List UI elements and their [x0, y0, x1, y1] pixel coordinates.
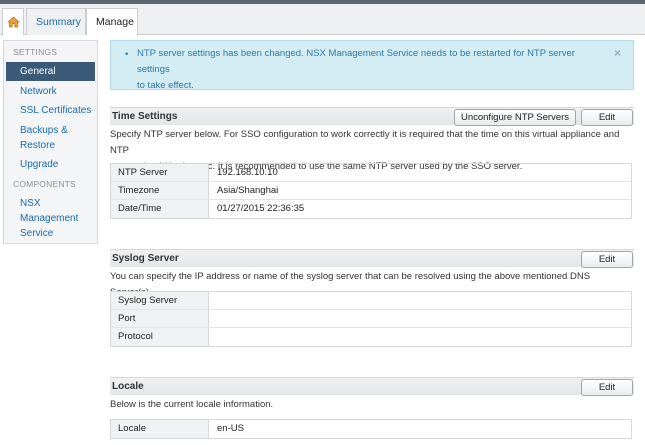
- field-value-locale: en-US: [217, 423, 244, 434]
- syslog-table: Syslog Server Port Protocol: [110, 291, 632, 347]
- field-label-port: Port: [111, 310, 209, 327]
- locale-description: Below is the current locale information.: [110, 399, 274, 410]
- field-value-protocol: [209, 328, 631, 346]
- table-row: Syslog Server: [111, 292, 631, 310]
- sidebar-item-label: NSX: [20, 198, 41, 209]
- tab-manage[interactable]: Manage: [86, 8, 138, 36]
- sidebar-item-label: Restore: [20, 140, 56, 151]
- time-settings-edit-button[interactable]: Edit: [581, 109, 633, 126]
- field-label-timezone: Timezone: [111, 182, 209, 199]
- table-row: Port: [111, 310, 631, 328]
- time-settings-header: Time Settings Unconfigure NTP Servers Ed…: [110, 107, 634, 126]
- field-value-ntp-server: 192.168.10.10: [217, 167, 278, 178]
- field-label-date-time: Date/Time: [111, 200, 209, 218]
- tab-summary[interactable]: Summary: [26, 8, 86, 35]
- sidebar-item-network[interactable]: Network: [6, 84, 95, 99]
- sidebar-heading-components: COMPONENTS: [13, 179, 76, 189]
- table-row: Timezone Asia/Shanghai: [111, 182, 631, 200]
- field-value-timezone: Asia/Shanghai: [217, 185, 279, 196]
- syslog-edit-button[interactable]: Edit: [581, 251, 633, 268]
- sidebar-item-upgrade[interactable]: Upgrade: [6, 157, 95, 172]
- field-label-locale: Locale: [111, 420, 209, 438]
- locale-table: Locale en-US: [110, 419, 632, 439]
- tab-home[interactable]: [2, 8, 24, 35]
- bullet-icon: •: [125, 49, 129, 60]
- section-title-syslog-server: Syslog Server: [112, 253, 179, 264]
- close-icon[interactable]: ×: [614, 45, 621, 61]
- unconfigure-ntp-button[interactable]: Unconfigure NTP Servers: [454, 109, 576, 126]
- field-value-date-time: 01/27/2015 22:36:35: [217, 203, 305, 214]
- sidebar-item-ssl-certificates[interactable]: SSL Certificates: [6, 103, 95, 118]
- restart-notice: • NTP server settings has been changed. …: [110, 40, 634, 91]
- table-row: NTP Server 192.168.10.10: [111, 164, 631, 182]
- locale-header: Locale Edit: [110, 377, 634, 396]
- section-title-locale: Locale: [112, 381, 144, 392]
- home-icon: [6, 16, 20, 28]
- locale-edit-button[interactable]: Edit: [581, 379, 633, 396]
- sidebar-item-nsx-management-service[interactable]: NSX Management Service: [6, 196, 95, 241]
- notice-text-line2: to take effect.: [137, 80, 194, 91]
- sidebar-item-backups-restore[interactable]: Backups & Restore: [6, 123, 95, 153]
- sidebar-item-label: Backups &: [20, 125, 68, 136]
- sidebar-item-general[interactable]: General: [6, 62, 95, 81]
- table-row: Date/Time 01/27/2015 22:36:35: [111, 200, 631, 218]
- tab-bar: Summary Manage: [0, 4, 645, 36]
- table-row: Locale en-US: [111, 420, 631, 438]
- settings-sidebar: SETTINGS General Network SSL Certificate…: [3, 40, 98, 244]
- sidebar-heading-settings: SETTINGS: [13, 47, 58, 57]
- field-value-syslog-server: [209, 292, 631, 309]
- syslog-server-header: Syslog Server Edit: [110, 249, 634, 268]
- notice-text-line1: NTP server settings has been changed. NS…: [137, 48, 575, 75]
- field-label-protocol: Protocol: [111, 328, 209, 346]
- field-value-port: [209, 310, 631, 327]
- time-settings-desc-line1: Specify NTP server below. For SSO config…: [110, 129, 620, 156]
- field-label-ntp-server: NTP Server: [111, 164, 209, 181]
- sidebar-item-label: Management: [20, 213, 79, 224]
- time-settings-table: NTP Server 192.168.10.10 Timezone Asia/S…: [110, 163, 632, 219]
- table-row: Protocol: [111, 328, 631, 346]
- sidebar-item-label: Service: [20, 228, 54, 239]
- section-title-time-settings: Time Settings: [112, 111, 178, 122]
- field-label-syslog-server: Syslog Server: [111, 292, 209, 309]
